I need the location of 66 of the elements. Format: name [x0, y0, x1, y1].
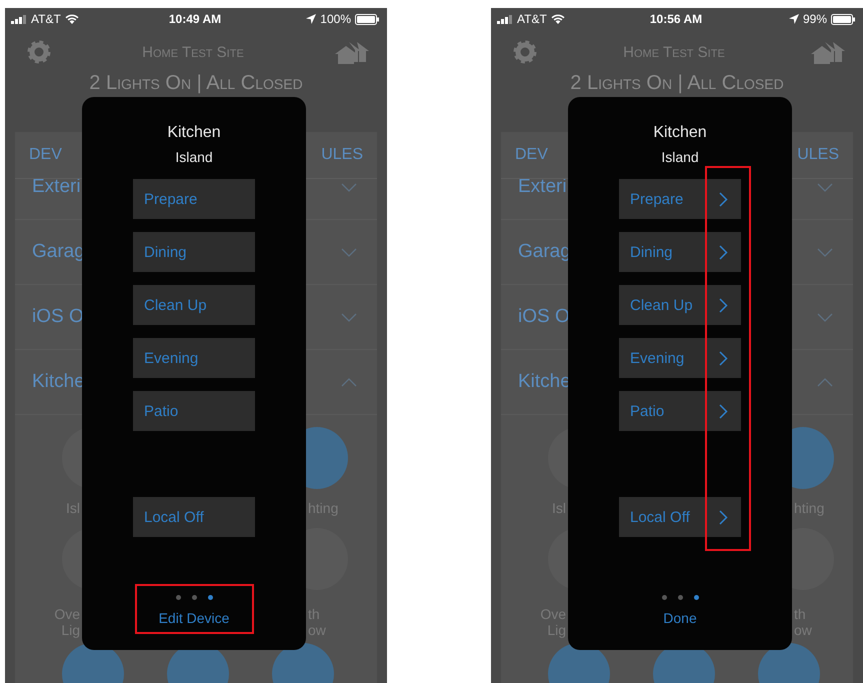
scene-button[interactable]: Evening [133, 338, 255, 378]
location-icon [788, 14, 799, 24]
status-summary: 2 Lights On | All Closed [569, 71, 785, 95]
battery-percent: 100% [320, 12, 351, 26]
chevron-right-icon [719, 510, 728, 524]
chevron-down-icon[interactable] [341, 182, 357, 192]
settings-icon[interactable] [513, 40, 537, 64]
dialog-title: Kitchen [653, 123, 707, 143]
carrier-name: AT&T [31, 12, 61, 26]
houses-icon[interactable] [810, 40, 845, 64]
scene-button[interactable]: Dining [619, 232, 741, 272]
chevron-down-icon[interactable] [817, 312, 833, 322]
scene-button[interactable]: Patio [619, 391, 741, 431]
scene-button[interactable]: Patio [133, 391, 255, 431]
status-time: 10:56 AM [650, 12, 702, 26]
group-title[interactable]: Exteri [15, 176, 82, 198]
scene-button[interactable]: Prepare [133, 179, 255, 219]
wifi-icon [64, 14, 79, 24]
dialog-subtitle: Island [661, 148, 699, 167]
chevron-down-icon[interactable] [817, 182, 833, 192]
houses-icon[interactable] [334, 40, 369, 64]
chevron-up-icon[interactable] [341, 378, 357, 386]
chevron-right-icon [719, 404, 728, 418]
status-time: 10:49 AM [168, 12, 222, 26]
page-dot[interactable] [662, 595, 666, 600]
dialog-title: Kitchen [167, 123, 221, 143]
scene-button[interactable]: Local Off [619, 497, 741, 537]
chevron-down-icon[interactable] [341, 248, 357, 256]
tab[interactable]: ULES [321, 146, 363, 164]
tab[interactable]: DEV [29, 146, 62, 164]
group-title[interactable]: Kitche [501, 371, 568, 393]
tab[interactable]: ULES [797, 146, 839, 164]
signal-icon [497, 14, 513, 24]
signal-icon [11, 14, 27, 24]
scene-button[interactable]: Clean Up [619, 285, 741, 325]
tab[interactable]: DEV [515, 146, 548, 164]
chevron-down-icon[interactable] [341, 312, 357, 322]
dialog-subtitle: Island [175, 148, 213, 167]
chevron-right-icon [719, 350, 728, 366]
scene-button[interactable]: Clean Up [133, 285, 255, 325]
page-dot[interactable] [176, 595, 180, 600]
page-dot[interactable] [678, 595, 682, 600]
chevron-right-icon [719, 244, 728, 260]
chevron-up-icon[interactable] [817, 378, 833, 386]
scene-button[interactable]: Evening [619, 338, 741, 378]
wifi-icon [550, 14, 565, 24]
carrier-name: AT&T [517, 12, 547, 26]
settings-icon[interactable] [27, 40, 51, 64]
chevron-right-icon [719, 298, 728, 312]
group-title[interactable]: Kitche [15, 371, 82, 393]
action-link[interactable]: Done [663, 609, 697, 627]
page-dot[interactable] [192, 595, 196, 600]
scene-button[interactable]: Local Off [133, 497, 255, 537]
page-dot[interactable] [208, 595, 212, 600]
battery-icon [355, 14, 379, 24]
group-title[interactable]: Exteri [501, 176, 568, 198]
scene-button[interactable]: Prepare [619, 179, 741, 219]
chevron-right-icon [719, 192, 728, 206]
action-link[interactable]: Edit Device [158, 609, 230, 627]
battery-percent: 99% [802, 12, 827, 26]
status-summary: 2 Lights On | All Closed [88, 71, 304, 95]
chevron-down-icon[interactable] [817, 248, 833, 256]
scene-button[interactable]: Dining [133, 232, 255, 272]
location-icon [306, 14, 316, 24]
page-dot[interactable] [694, 595, 698, 600]
battery-icon [831, 14, 855, 24]
